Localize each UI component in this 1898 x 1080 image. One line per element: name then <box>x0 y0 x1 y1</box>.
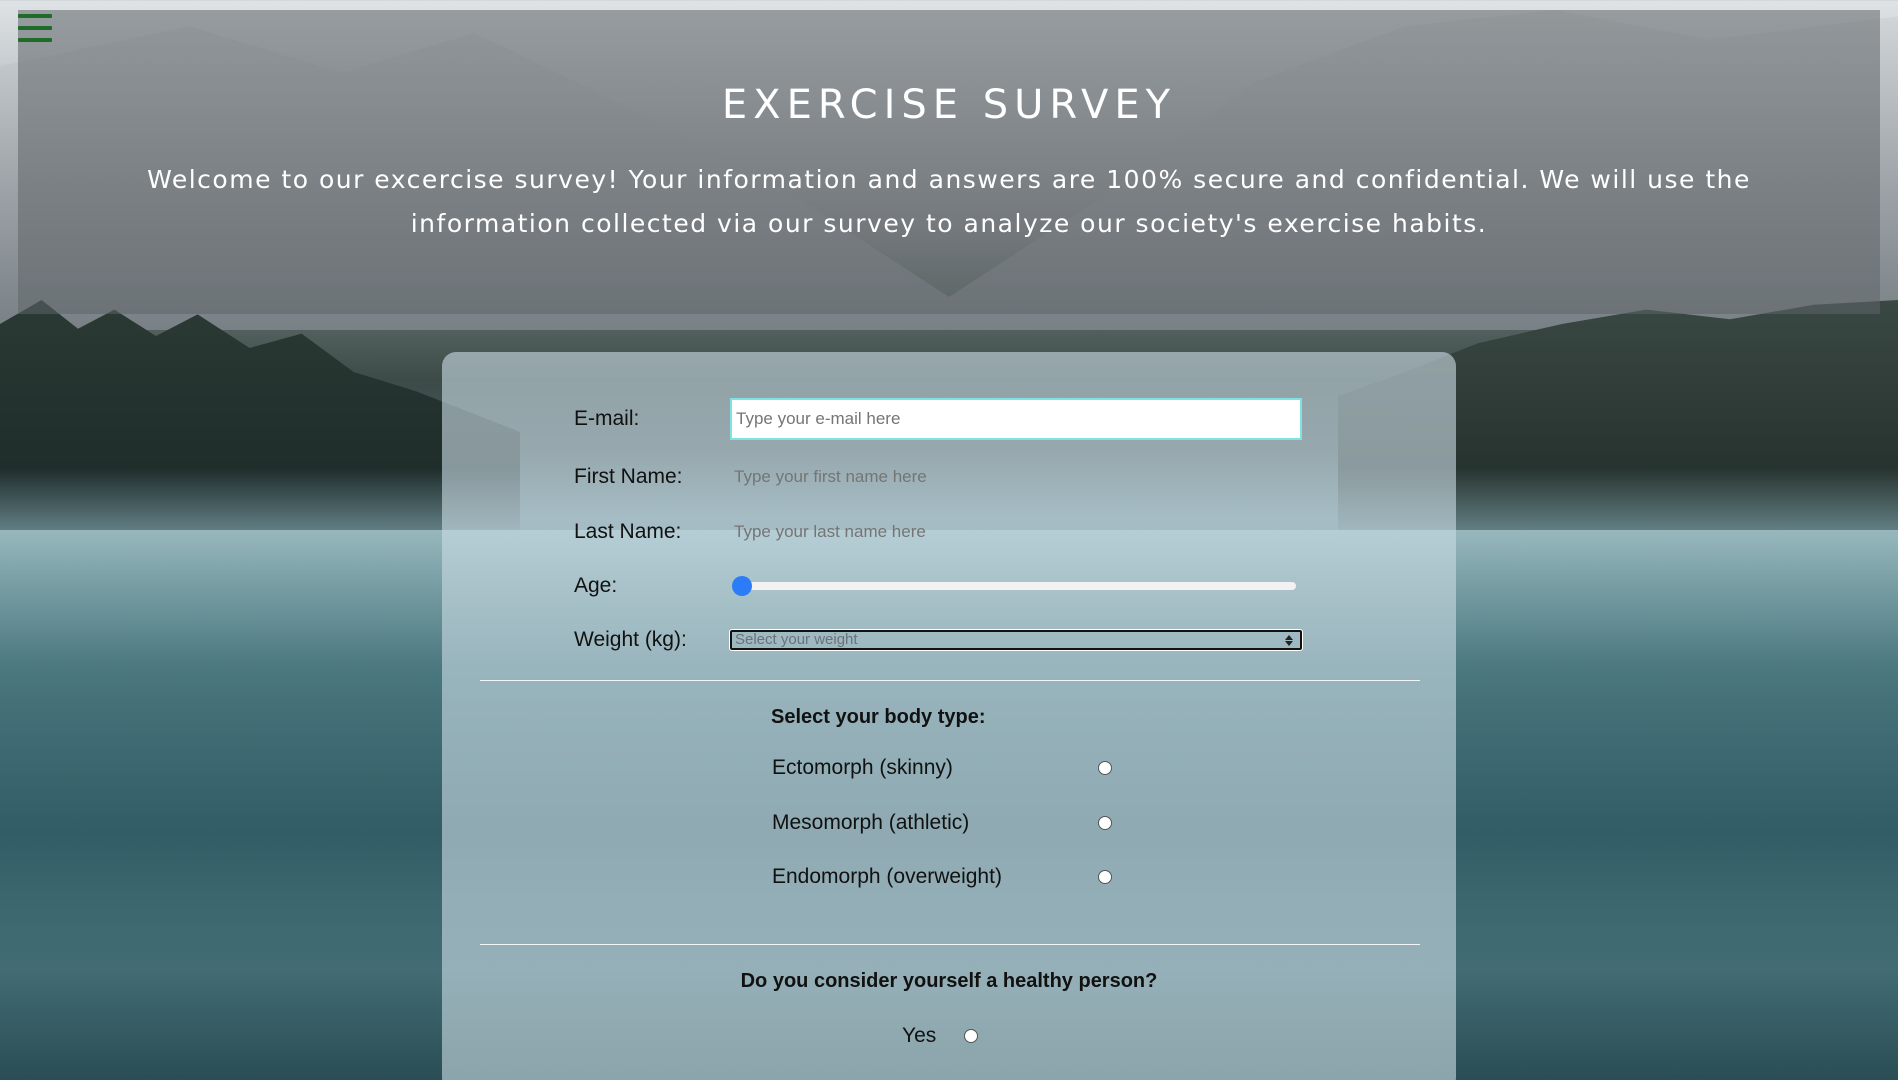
body-type-radio[interactable] <box>1098 816 1112 830</box>
healthy-question-title: Do you consider yourself a healthy perso… <box>740 970 1158 992</box>
first-name-input[interactable] <box>730 456 1302 498</box>
header-banner: EXERCISE SURVEY Welcome to our excercise… <box>18 10 1880 314</box>
last-name-label: Last Name: <box>574 520 682 543</box>
email-label: E-mail: <box>574 407 640 430</box>
body-type-option-label: Mesomorph (athletic) <box>772 811 970 834</box>
last-name-input[interactable] <box>730 511 1302 553</box>
age-slider-thumb[interactable] <box>732 576 752 596</box>
body-type-radio[interactable] <box>1098 870 1112 884</box>
weight-select-placeholder: Select your weight <box>735 631 858 648</box>
first-name-label: First Name: <box>574 465 683 488</box>
page-description: Welcome to our excercise survey! Your in… <box>147 165 1751 238</box>
healthy-option-yes: Yes <box>902 1024 979 1048</box>
hamburger-menu-icon[interactable] <box>18 14 52 42</box>
body-type-option-label: Ectomorph (skinny) <box>772 756 953 779</box>
body-type-option: Ectomorph (skinny) <box>772 756 1112 780</box>
weight-row: Weight (kg): Select your weight <box>574 628 1303 652</box>
body-type-radio[interactable] <box>1098 761 1112 775</box>
age-row: Age: <box>574 574 1296 598</box>
age-slider[interactable] <box>732 576 1296 596</box>
divider <box>480 944 1420 945</box>
healthy-option-label: Yes <box>902 1024 937 1047</box>
divider <box>480 680 1420 681</box>
age-slider-track <box>732 582 1296 590</box>
body-type-title: Select your body type: <box>771 706 986 728</box>
select-arrows-icon <box>1282 633 1296 647</box>
weight-select[interactable]: Select your weight <box>729 629 1303 651</box>
age-label: Age: <box>574 574 618 597</box>
email-row: E-mail: <box>574 398 1302 440</box>
body-type-option: Mesomorph (athletic) <box>772 811 1112 835</box>
first-name-row: First Name: <box>574 456 1302 498</box>
page-title: EXERCISE SURVEY <box>721 82 1177 128</box>
weight-label: Weight (kg): <box>574 628 687 651</box>
body-type-option: Endomorph (overweight) <box>772 865 1112 889</box>
email-input[interactable] <box>730 398 1302 440</box>
menu-bar <box>18 26 52 30</box>
menu-bar <box>18 14 52 18</box>
last-name-row: Last Name: <box>574 511 1302 553</box>
healthy-yes-radio[interactable] <box>964 1029 979 1043</box>
survey-form: E-mail: First Name: Last Name: Age: Weig… <box>442 352 1456 1080</box>
menu-bar <box>18 38 52 42</box>
body-type-option-label: Endomorph (overweight) <box>772 865 1002 888</box>
